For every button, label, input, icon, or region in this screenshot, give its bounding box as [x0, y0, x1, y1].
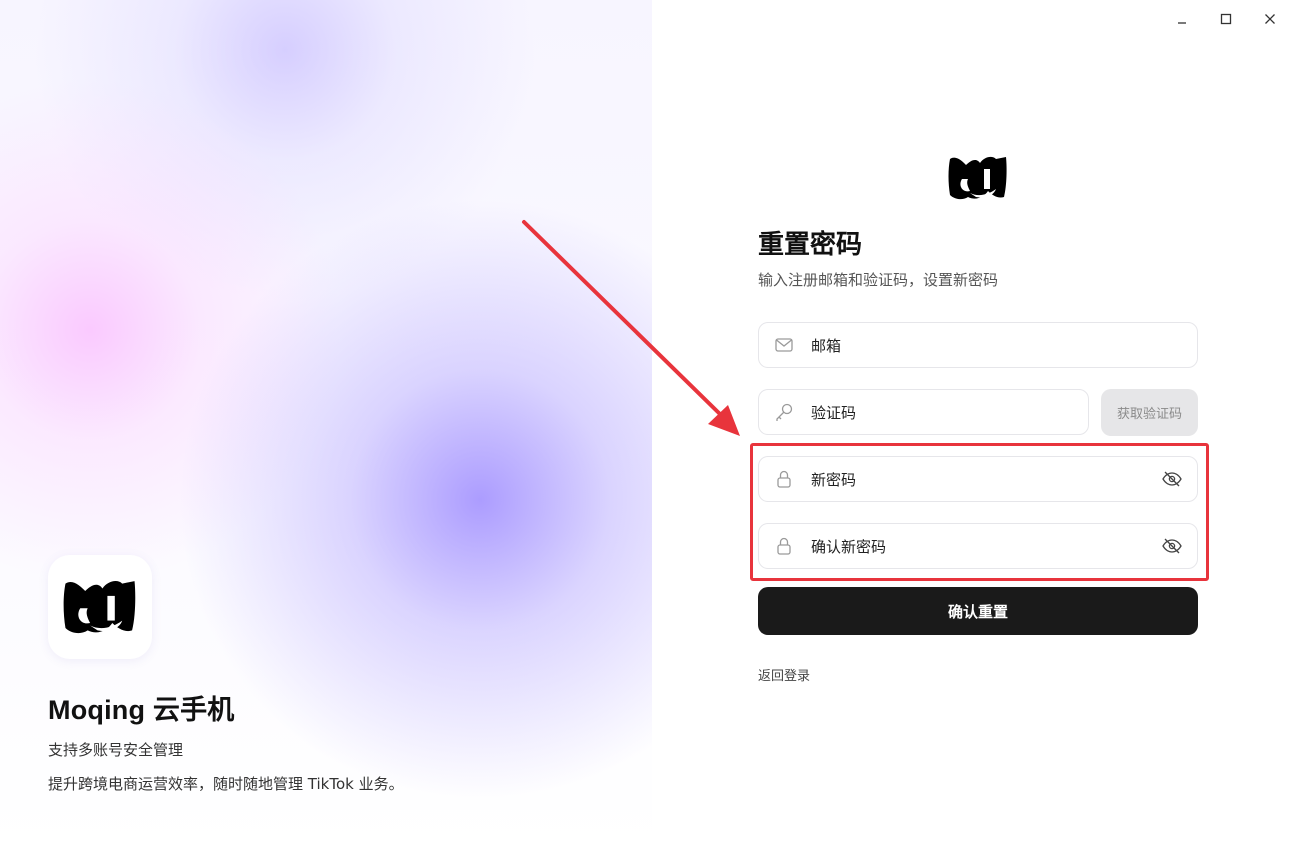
form-logo: [948, 155, 1008, 201]
confirm-reset-button[interactable]: 确认重置: [758, 587, 1198, 635]
brand-tagline: 支持多账号安全管理: [48, 741, 184, 759]
email-field[interactable]: 邮箱: [758, 322, 1198, 368]
get-code-button[interactable]: 获取验证码: [1101, 389, 1198, 436]
brand-description: 提升跨境电商运营效率，随时随地管理 TikTok 业务。: [48, 775, 404, 793]
code-placeholder: 验证码: [811, 403, 857, 422]
brand-title: Moqing 云手机: [48, 695, 235, 725]
page-subtitle: 输入注册邮箱和验证码，设置新密码: [758, 271, 999, 289]
moqing-logo-icon: [63, 581, 136, 634]
page-title: 重置密码: [758, 230, 863, 260]
window-controls: [1160, 8, 1292, 30]
left-branding-panel: Moqing 云手机 支持多账号安全管理 提升跨境电商运营效率，随时随地管理 T…: [0, 0, 652, 851]
close-icon: [1265, 14, 1275, 24]
minimize-icon: [1178, 22, 1186, 24]
app-icon: [48, 555, 152, 659]
email-placeholder: 邮箱: [811, 336, 842, 355]
maximize-icon: [1220, 13, 1232, 25]
back-to-login-link[interactable]: 返回登录: [758, 665, 810, 684]
mail-icon: [773, 334, 795, 356]
verification-code-field[interactable]: 验证码: [758, 389, 1089, 435]
annotation-highlight-box: [750, 443, 1209, 581]
minimize-button[interactable]: [1160, 8, 1204, 30]
key-icon: [773, 401, 795, 423]
close-button[interactable]: [1248, 8, 1292, 30]
maximize-button[interactable]: [1204, 8, 1248, 30]
moqing-logo-icon: [948, 156, 1007, 200]
